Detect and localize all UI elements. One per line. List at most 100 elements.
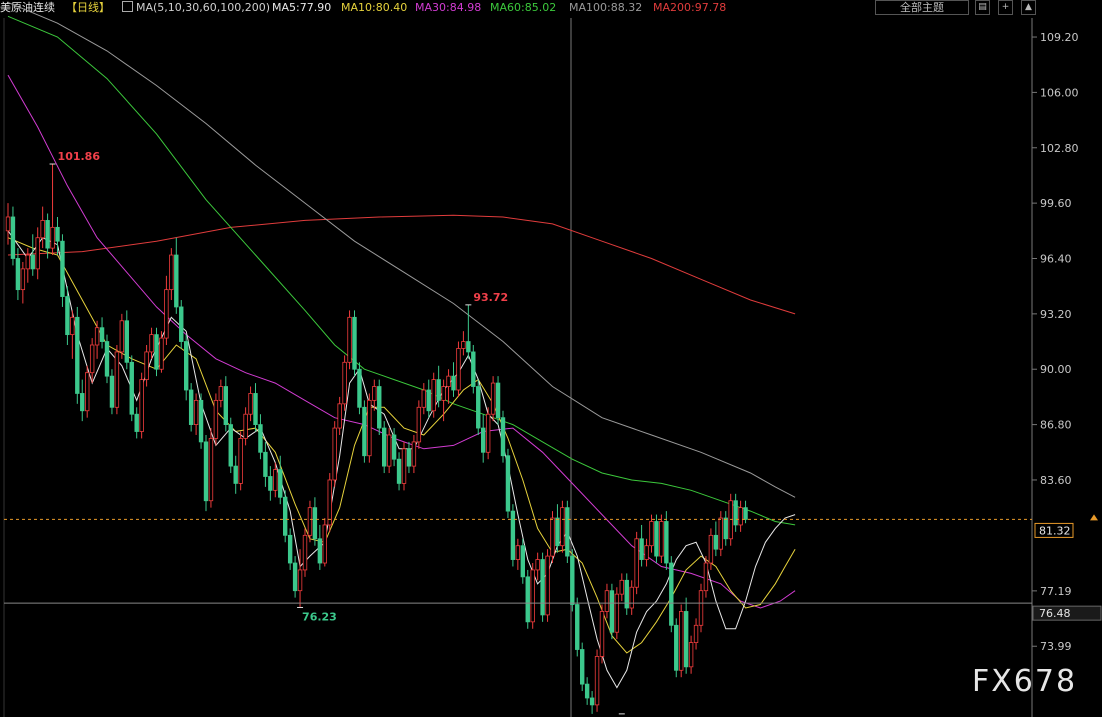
candle-up	[550, 517, 555, 557]
candle-down	[396, 458, 402, 484]
candle-down	[639, 538, 644, 560]
candle-up	[273, 469, 278, 491]
candle-up	[535, 559, 540, 571]
candle-down	[426, 389, 431, 412]
candle-up	[416, 406, 422, 443]
candle-up	[218, 386, 224, 401]
candlestick-chart[interactable]: 101.8693.7276.2370.08 109.20106.00102.80…	[0, 0, 1102, 717]
candle-down	[377, 386, 382, 429]
candle-down	[109, 375, 115, 408]
candle-down	[104, 341, 110, 377]
candle-down	[480, 427, 486, 453]
candle-up	[337, 403, 342, 429]
candle-up	[342, 361, 347, 405]
candle-up	[94, 327, 100, 346]
candle-up	[659, 521, 664, 557]
y-tick-label: 86.80	[1040, 419, 1072, 432]
candle-down	[179, 306, 184, 342]
candle-up	[698, 590, 704, 626]
candle-up	[386, 434, 392, 467]
extreme-label: 93.72	[473, 291, 508, 304]
candle-down	[584, 683, 590, 699]
candle-down	[129, 361, 134, 415]
candle-up	[530, 569, 535, 623]
candle-up	[604, 590, 610, 612]
candle-down	[733, 500, 738, 526]
candle-down	[55, 226, 60, 242]
candle-down	[174, 254, 179, 308]
candle-up	[401, 448, 407, 484]
ma200-line	[7, 214, 796, 315]
candle-down	[674, 624, 679, 671]
candle-down	[124, 320, 129, 363]
ma10-line	[7, 237, 796, 654]
candle-up	[119, 320, 125, 353]
candle-up	[446, 375, 451, 387]
candle-up	[35, 237, 40, 270]
candle-up	[149, 334, 154, 353]
candle-up	[649, 521, 654, 547]
candle-down	[357, 368, 362, 408]
candle-down	[258, 424, 263, 453]
candle-down	[555, 517, 560, 547]
ma100-line	[7, 1, 796, 498]
extreme-label: 101.86	[58, 150, 101, 163]
candle-up	[164, 289, 169, 339]
y-tick-label: 96.40	[1040, 252, 1072, 265]
candle-up	[703, 562, 709, 592]
candle-up	[644, 545, 649, 560]
candle-down	[99, 327, 105, 342]
candle-down	[609, 590, 615, 633]
candle-up	[614, 593, 620, 633]
candle-up	[322, 524, 327, 564]
candle-down	[65, 296, 70, 336]
candle-up	[169, 254, 174, 291]
candle-up	[679, 611, 684, 671]
candle-down	[713, 534, 719, 550]
candle-down	[723, 517, 728, 540]
candle-down	[312, 507, 318, 540]
candle-down	[282, 496, 288, 536]
candle-up	[634, 538, 639, 588]
candle-down	[500, 417, 506, 457]
candle-down	[287, 534, 293, 564]
candle-down	[391, 434, 397, 460]
candle-down	[436, 379, 441, 401]
candle-up	[40, 220, 45, 239]
candle-up	[327, 479, 332, 526]
candle-up	[372, 386, 377, 401]
last-price-marker-icon	[1090, 514, 1098, 521]
candle-up	[485, 413, 491, 453]
candle-down	[278, 469, 283, 498]
candle-up	[213, 399, 219, 439]
y-tick-label: 102.80	[1040, 142, 1079, 155]
watermark: FX678	[972, 664, 1078, 699]
candle-up	[545, 555, 550, 616]
candle-down	[495, 382, 501, 419]
candle-up	[688, 642, 694, 668]
candle-down	[540, 559, 545, 616]
candle-up	[25, 254, 30, 270]
candle-down	[253, 393, 258, 425]
candle-down	[15, 258, 21, 291]
candle-up	[243, 413, 248, 439]
candle-up	[738, 507, 743, 526]
ma5-line	[7, 230, 796, 689]
candle-up	[421, 389, 426, 408]
candle-down	[510, 510, 516, 560]
candle-down	[188, 389, 194, 425]
candle-down	[466, 341, 471, 353]
candle-down	[575, 604, 580, 650]
candle-down	[183, 341, 189, 391]
candle-up	[139, 379, 144, 432]
candle-up	[70, 316, 75, 336]
candle-up	[490, 382, 496, 415]
y-tick-label: 90.00	[1040, 363, 1072, 376]
candle-down	[45, 220, 50, 249]
candle-up	[594, 656, 600, 706]
candle-up	[144, 351, 149, 381]
candle-up	[560, 507, 565, 547]
candle-up	[89, 344, 95, 374]
candle-down	[352, 316, 357, 370]
candle-down	[505, 455, 511, 512]
